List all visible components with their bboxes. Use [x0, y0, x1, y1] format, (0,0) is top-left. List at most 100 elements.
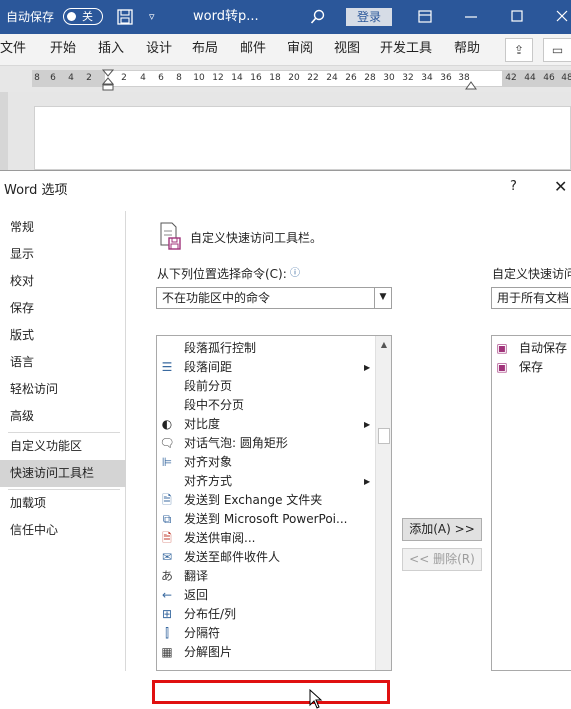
list-item-label: 发送到 Microsoft PowerPoi...	[184, 512, 348, 526]
save-icon: ▣	[496, 360, 508, 374]
nav-item-general[interactable]: 常规	[0, 214, 126, 241]
list-item[interactable]: ▦ 分解图片	[157, 643, 375, 662]
ruler-tick: 48	[561, 73, 571, 83]
list-item[interactable]: ⧉ 发送到 Microsoft PowerPoi...	[157, 510, 375, 529]
tab-home[interactable]: 开始	[50, 34, 76, 66]
share-icon[interactable]: ⇪	[505, 38, 533, 62]
tab-mailings[interactable]: 邮件	[240, 34, 266, 66]
list-item[interactable]: ⫿ 分隔符	[157, 624, 375, 643]
nav-item-save[interactable]: 保存	[0, 295, 126, 322]
commands-scrollbar[interactable]: ▲	[375, 336, 391, 670]
list-item[interactable]: 段中不分页	[157, 396, 375, 415]
list-item[interactable]: 对齐方式 ▶	[157, 472, 375, 491]
close-dialog-button[interactable]: ✕	[554, 177, 567, 196]
list-item[interactable]: ▣ 自动保存	[492, 339, 571, 358]
add-button[interactable]: 添加(A) >>	[402, 518, 482, 541]
list-item[interactable]: ← 返回	[157, 586, 375, 605]
tab-file[interactable]: 文件	[0, 34, 26, 66]
list-item[interactable]: ⊫ 对齐对象	[157, 453, 375, 472]
list-item[interactable]: あ 翻译	[157, 567, 375, 586]
tab-review[interactable]: 审阅	[287, 34, 313, 66]
save-icon[interactable]	[117, 9, 133, 25]
submenu-arrow-icon: ▶	[364, 420, 371, 429]
nav-item-proofing[interactable]: 校对	[0, 268, 126, 295]
nav-item-display[interactable]: 显示	[0, 241, 126, 268]
close-window-icon[interactable]	[556, 10, 568, 22]
customize-arrow-icon[interactable]: ▿	[149, 0, 155, 34]
nav-item-trust-center[interactable]: 信任中心	[0, 517, 126, 544]
ruler-tick: 32	[402, 73, 414, 83]
document-area	[0, 92, 571, 170]
search-icon[interactable]	[310, 9, 326, 25]
tab-help[interactable]: 帮助	[454, 34, 480, 66]
nav-item-quick-access-toolbar[interactable]: 快速访问工具栏	[0, 460, 126, 487]
ruler-tick: 4	[140, 73, 146, 83]
indent-marker-icon[interactable]	[102, 66, 114, 92]
nav-item-typography[interactable]: 版式	[0, 322, 126, 349]
choose-commands-label: 从下列位置选择命令(C):	[157, 267, 287, 281]
info-icon: ⓘ	[290, 268, 300, 279]
toolbar-items-list[interactable]: ▣ 自动保存 ▣ 保存	[491, 335, 571, 671]
list-item[interactable]: ☰ 段落间距 ▶	[157, 358, 375, 377]
list-item-label: 对比度	[184, 417, 221, 431]
horizontal-ruler: 8 6 4 2 2 4 6 8 10 12 14 16 18 20 22 24 …	[0, 66, 571, 92]
ruler-tick: 34	[421, 73, 433, 83]
right-indent-marker-icon[interactable]	[465, 78, 477, 90]
ruler-tick: 14	[231, 73, 243, 83]
list-item-label: 发送到 Exchange 文件夹	[184, 493, 323, 507]
toggle-knob	[67, 12, 76, 21]
list-item-label: 发送供审阅...	[184, 531, 256, 545]
list-item[interactable]: 🗎 发送到 Exchange 文件夹	[157, 491, 375, 510]
list-item[interactable]: 段前分页	[157, 377, 375, 396]
list-item[interactable]: ▣ 保存	[492, 358, 571, 377]
tab-design[interactable]: 设计	[146, 34, 172, 66]
scroll-up-icon[interactable]: ▲	[376, 336, 391, 353]
list-item-label: 段落孤行控制	[184, 341, 257, 355]
maximize-icon[interactable]	[511, 10, 523, 22]
tab-view[interactable]: 视图	[334, 34, 360, 66]
ruler-tick: 10	[193, 73, 205, 83]
minimize-icon[interactable]	[465, 16, 477, 18]
autosave-toggle[interactable]: 关	[63, 8, 103, 25]
customize-toolbar-dropdown[interactable]: 用于所有文档	[491, 287, 571, 309]
list-item[interactable]: ⊞ 分布任/列	[157, 605, 375, 624]
scrollbar-thumb[interactable]	[378, 428, 390, 444]
tab-insert[interactable]: 插入	[98, 34, 124, 66]
list-item-label: 发送至邮件收件人	[184, 550, 281, 564]
help-button[interactable]: ?	[510, 179, 517, 194]
list-item-label: 翻译	[184, 569, 209, 583]
ruler-tick: 16	[250, 73, 262, 83]
ribbon-display-icon[interactable]	[418, 10, 432, 23]
nav-item-add-ins[interactable]: 加载项	[0, 490, 126, 517]
submenu-arrow-icon: ▶	[364, 363, 371, 372]
choose-commands-dropdown[interactable]: 不在功能区中的命令 ▼	[156, 287, 392, 309]
nav-item-accessibility[interactable]: 轻松访问	[0, 376, 126, 403]
ruler-tick: 24	[326, 73, 338, 83]
nav-item-advanced[interactable]: 高级	[0, 403, 126, 430]
send-review-icon: 🗎	[162, 531, 172, 545]
choose-commands-value: 不在功能区中的命令	[162, 291, 271, 305]
ribbon-tabs: 文件 开始 插入 设计 布局 邮件 审阅 视图 开发工具 帮助 ⇪ ▭	[0, 34, 571, 66]
paragraph-spacing-icon: ☰	[161, 360, 173, 374]
commands-list[interactable]: 段落孤行控制 ☰ 段落间距 ▶ 段前分页 段中不分页 ◐ 对比度 ▶ 🗨 对话气…	[156, 335, 392, 671]
options-nav: 常规 显示 校对 保存 版式 语言 轻松访问 高级 自定义功能区 快速访问工具栏…	[0, 211, 126, 671]
nav-item-customize-ribbon[interactable]: 自定义功能区	[0, 433, 126, 460]
ruler-tick: 28	[364, 73, 376, 83]
remove-button[interactable]: << 删除(R)	[402, 548, 482, 571]
nav-item-language[interactable]: 语言	[0, 349, 126, 376]
speech-bubble-icon: 🗨	[159, 436, 175, 450]
list-item[interactable]: ◐ 对比度 ▶	[157, 415, 375, 434]
login-button[interactable]: 登录	[346, 8, 392, 26]
document-page[interactable]	[34, 106, 571, 170]
ruler-tick: 18	[269, 73, 281, 83]
tab-layout[interactable]: 布局	[192, 34, 218, 66]
list-item[interactable]: 🗎 发送供审阅...	[157, 529, 375, 548]
list-item[interactable]: ✉ 发送至邮件收件人	[157, 548, 375, 567]
ruler-tick: 2	[86, 73, 92, 83]
list-item[interactable]: 段落孤行控制	[157, 339, 375, 358]
comments-icon[interactable]: ▭	[543, 38, 571, 62]
ruler-tick: 6	[50, 73, 56, 83]
tab-developer[interactable]: 开发工具	[380, 34, 432, 66]
list-item[interactable]: 🗨 对话气泡: 圆角矩形	[157, 434, 375, 453]
chevron-down-icon[interactable]: ▼	[374, 288, 391, 308]
